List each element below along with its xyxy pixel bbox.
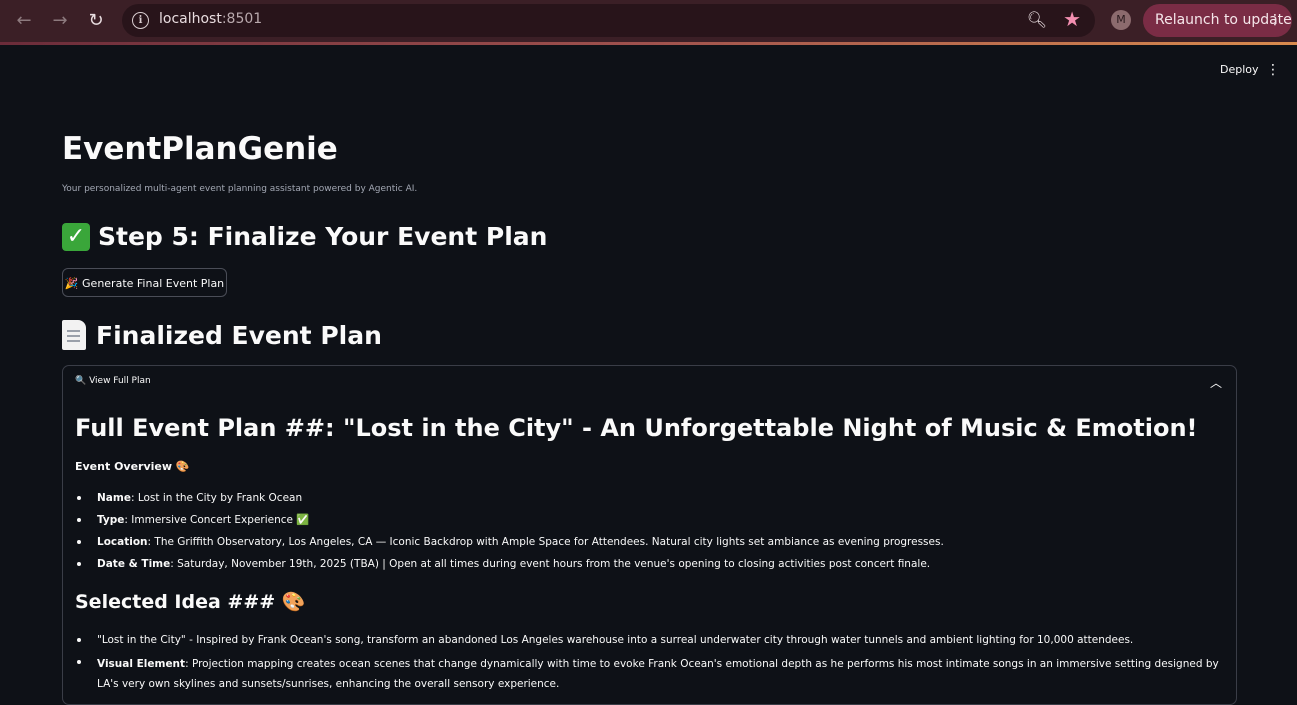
step-heading-text: Step 5: Finalize Your Event Plan <box>98 222 548 251</box>
finalized-heading-text: Finalized Event Plan <box>96 320 382 350</box>
plan-title: Full Event Plan ##: "Lost in the City" -… <box>75 414 1198 442</box>
browser-menu-icon[interactable]: ⋮ <box>1268 4 1282 37</box>
check-mark-icon: ✓ <box>62 222 90 251</box>
document-icon <box>62 320 86 350</box>
reload-icon[interactable]: ↻ <box>84 9 108 33</box>
browser-toolbar: ← → ↻ i localhost:8501 🔍︎ ★ M Relaunch t… <box>0 0 1297 45</box>
back-arrow-icon[interactable]: ← <box>12 9 36 33</box>
address-bar[interactable]: i localhost:8501 🔍︎ ★ <box>122 4 1095 37</box>
idea-list: "Lost in the City" - Inspired by Frank O… <box>75 632 1225 694</box>
list-item: Location: The Griffith Observatory, Los … <box>75 534 944 556</box>
view-full-plan-expander: 🔍 View Full Plan ︿ Full Event Plan ##: "… <box>62 365 1237 705</box>
list-item: Type: Immersive Concert Experience ✅ <box>75 512 944 534</box>
expander-header[interactable]: 🔍 View Full Plan <box>75 376 151 386</box>
url-text[interactable]: localhost:8501 <box>159 11 262 27</box>
app-subtitle: Your personalized multi-agent event plan… <box>62 184 418 194</box>
bookmark-star-icon[interactable]: ★ <box>1063 7 1081 31</box>
selected-idea-heading: Selected Idea ### 🎨 <box>75 591 306 613</box>
loading-bar <box>0 42 1297 45</box>
generate-final-plan-button[interactable]: 🎉 Generate Final Event Plan <box>62 268 227 297</box>
overview-label: Event Overview 🎨 <box>75 460 190 473</box>
app-title: EventPlanGenie <box>62 131 338 167</box>
finalized-heading: Finalized Event Plan <box>62 320 382 350</box>
deploy-button[interactable]: Deploy <box>1214 61 1265 78</box>
zoom-icon[interactable]: 🔍︎ <box>1027 10 1047 29</box>
profile-avatar[interactable]: M <box>1111 10 1131 30</box>
list-item: Date & Time: Saturday, November 19th, 20… <box>75 556 944 578</box>
relaunch-button[interactable]: Relaunch to update ⋮ <box>1143 4 1292 37</box>
overview-list: Name: Lost in the City by Frank Ocean Ty… <box>75 490 944 578</box>
site-info-icon[interactable]: i <box>132 12 149 29</box>
main-menu-icon[interactable]: ⋮ <box>1266 61 1280 79</box>
list-item: "Lost in the City" - Inspired by Frank O… <box>75 632 1225 654</box>
step-heading: ✓ Step 5: Finalize Your Event Plan <box>62 222 547 251</box>
list-item: Visual Element: Projection mapping creat… <box>75 654 1225 694</box>
list-item: Name: Lost in the City by Frank Ocean <box>75 490 944 512</box>
forward-arrow-icon[interactable]: → <box>48 9 72 33</box>
chevron-up-icon[interactable]: ︿ <box>1210 374 1222 391</box>
